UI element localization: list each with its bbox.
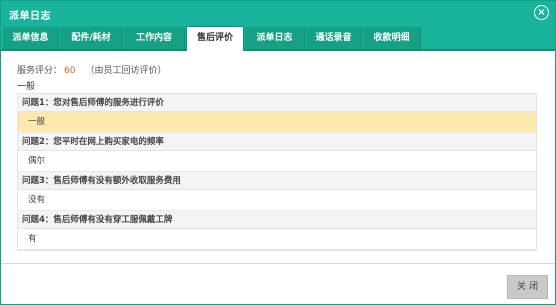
- question-title: 问题3：售后师傅有没有额外收取服务费用: [18, 172, 536, 190]
- score-value: 60: [64, 66, 76, 76]
- question-answer: 偶尔: [18, 151, 536, 172]
- score-label: 服务评分：: [17, 66, 63, 76]
- close-icon[interactable]: ×: [534, 5, 549, 20]
- question-table: 问题1：您对售后师傅的服务进行评价 一般 问题2：您平时在网上购买家电的频率 偶…: [17, 93, 537, 251]
- question-answer: 有: [18, 229, 536, 250]
- dispatch-log-dialog: 派单日志 × 派单信息 配件/耗材 工作内容 售后评价 派单日志 通话录音 收款…: [0, 0, 556, 305]
- titlebar: 派单日志 ×: [1, 1, 555, 25]
- tab-after-sales-evaluation[interactable]: 售后评价: [186, 26, 244, 51]
- question-title: 问题1：您对售后师傅的服务进行评价: [18, 94, 536, 112]
- score-note: （由员工回访评价）: [85, 66, 167, 76]
- service-score: 服务评分： 60 （由员工回访评价）: [17, 63, 166, 76]
- question-title: 问题4：售后师傅有没有穿工服佩戴工牌: [18, 211, 536, 229]
- evaluation-level: 一般: [17, 82, 36, 92]
- tab-parts-consumables[interactable]: 配件/耗材: [60, 27, 123, 49]
- tab-bar: 派单信息 配件/耗材 工作内容 售后评价 派单日志 通话录音 收款明细: [1, 25, 555, 51]
- tab-work-content[interactable]: 工作内容: [124, 27, 185, 49]
- dialog-title: 派单日志: [9, 11, 51, 22]
- evaluation-panel: 服务评分： 60 （由员工回访评价） 一般 问题1：您对售后师傅的服务进行评价 一般…: [17, 57, 537, 253]
- tab-dispatch-info[interactable]: 派单信息: [3, 27, 59, 49]
- footer-divider: [1, 263, 555, 264]
- question-title: 问题2：您平时在网上购买家电的频率: [18, 133, 536, 151]
- tab-dispatch-log[interactable]: 派单日志: [245, 27, 305, 49]
- question-answer: 没有: [18, 190, 536, 211]
- question-answer: 一般: [18, 112, 536, 133]
- tab-call-recording[interactable]: 通话录音: [306, 27, 362, 49]
- tab-payment-details[interactable]: 收款明细: [363, 27, 421, 49]
- close-button[interactable]: 关闭: [507, 275, 548, 299]
